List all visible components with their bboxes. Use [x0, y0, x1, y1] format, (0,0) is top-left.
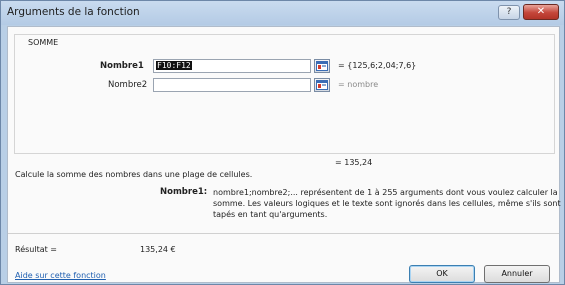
result-label: Résultat = — [15, 245, 58, 254]
result-value: 135,24 € — [140, 245, 176, 254]
function-description: Calcule la somme des nombres dans une pl… — [15, 170, 253, 179]
argument-help-line: tapés en tant qu'arguments. — [213, 210, 328, 219]
function-group: SOMME Nombre1 F10:F12 = {125,6;2,04;7,6}… — [14, 34, 555, 154]
nombre1-collapse-button[interactable] — [314, 59, 330, 73]
title-bar[interactable]: Arguments de la fonction ? ✕ — [1, 1, 564, 25]
nombre2-collapse-button[interactable] — [314, 78, 330, 92]
collapse-dialog-icon — [316, 80, 328, 90]
nombre1-result: = {125,6;2,04;7,6} — [338, 61, 417, 70]
total-result: = 135,24 — [335, 158, 373, 167]
dialog-title: Arguments de la fonction — [7, 6, 140, 18]
ok-button-label: OK — [436, 269, 448, 278]
nombre1-value: F10:F12 — [156, 61, 192, 70]
nombre2-label: Nombre2 — [108, 80, 148, 90]
help-button[interactable]: ? — [498, 5, 520, 20]
dialog-body: SOMME Nombre1 F10:F12 = {125,6;2,04;7,6}… — [7, 26, 561, 283]
function-arguments-dialog: Arguments de la fonction ? ✕ SOMME Nombr… — [0, 0, 565, 285]
argument-help-text: nombre1;nombre2;... représentent de 1 à … — [213, 187, 561, 220]
cancel-button-label: Annuler — [501, 269, 533, 278]
argument-help-label: Nombre1: — [160, 187, 208, 197]
close-button[interactable]: ✕ — [523, 4, 559, 20]
ok-button[interactable]: OK — [409, 265, 475, 283]
help-on-function-link[interactable]: Aide sur cette fonction — [15, 271, 106, 280]
nombre1-label: Nombre1 — [100, 61, 144, 71]
close-icon: ✕ — [536, 6, 546, 17]
argument-help-line: nombre1;nombre2;... représentent de 1 à … — [213, 188, 558, 197]
nombre1-input[interactable]: F10:F12 — [153, 59, 311, 73]
function-name: SOMME — [25, 38, 62, 47]
argument-help-line: somme. Les valeurs logiques et le texte … — [213, 199, 561, 208]
collapse-dialog-icon — [316, 61, 328, 71]
separator — [8, 233, 559, 234]
help-icon: ? — [506, 7, 512, 17]
cancel-button[interactable]: Annuler — [484, 265, 550, 283]
nombre2-result: = nombre — [338, 80, 379, 89]
nombre2-input[interactable] — [153, 78, 311, 92]
